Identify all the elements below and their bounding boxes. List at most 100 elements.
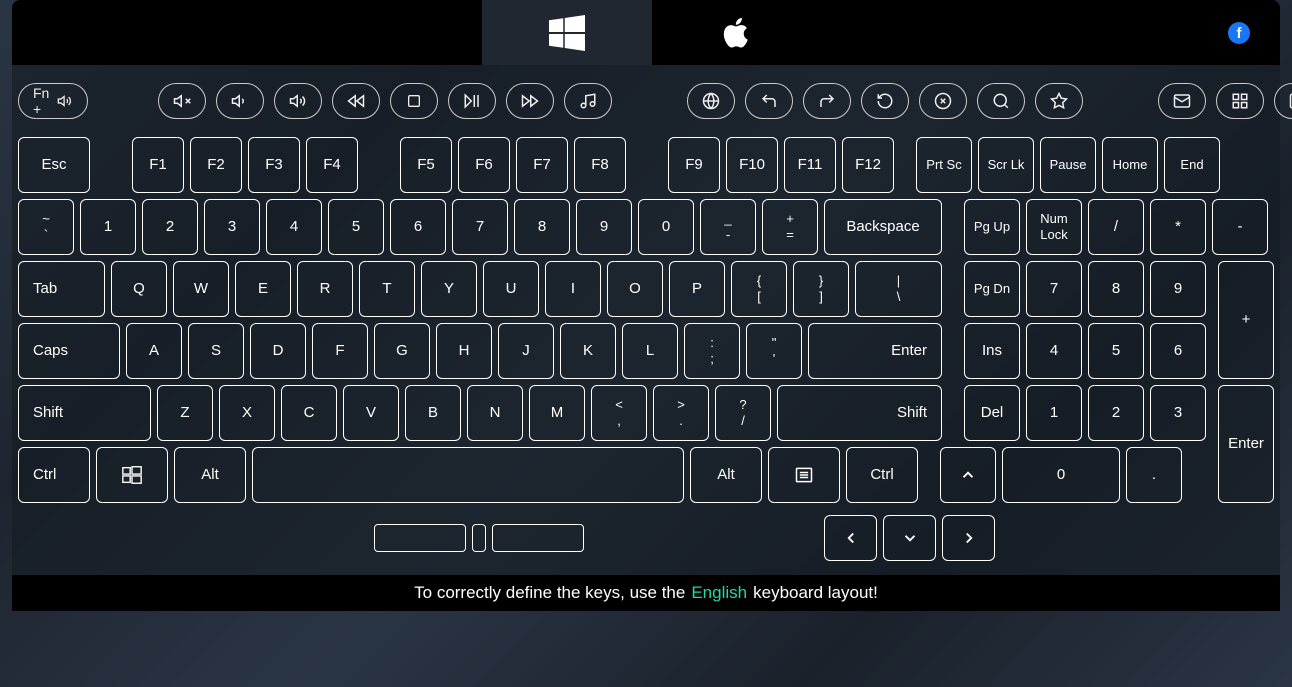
key-npdot[interactable]: . xyxy=(1126,447,1182,503)
key-np8[interactable]: 8 xyxy=(1088,261,1144,317)
key-f8[interactable]: F8 xyxy=(574,137,626,193)
key-p[interactable]: P xyxy=(669,261,725,317)
fn-reply[interactable] xyxy=(745,83,793,119)
key-0[interactable]: 0 xyxy=(638,199,694,255)
fn-next[interactable] xyxy=(506,83,554,119)
key-q[interactable]: Q xyxy=(111,261,167,317)
key-f10[interactable]: F10 xyxy=(726,137,778,193)
key-f1[interactable]: F1 xyxy=(132,137,184,193)
key-u[interactable]: U xyxy=(483,261,539,317)
key-rbracket[interactable]: }] xyxy=(793,261,849,317)
key-equals[interactable]: += xyxy=(762,199,818,255)
mouse-right[interactable] xyxy=(492,524,584,552)
key-space[interactable] xyxy=(252,447,684,503)
key-enter[interactable]: Enter xyxy=(808,323,942,379)
key-np0[interactable]: 0 xyxy=(1002,447,1120,503)
key-l[interactable]: L xyxy=(622,323,678,379)
key-backslash[interactable]: |\ xyxy=(855,261,942,317)
key-home[interactable]: Home xyxy=(1102,137,1158,193)
key-np-enter[interactable]: Enter xyxy=(1218,385,1274,503)
key-t[interactable]: T xyxy=(359,261,415,317)
key-f6[interactable]: F6 xyxy=(458,137,510,193)
key-d[interactable]: D xyxy=(250,323,306,379)
key-lshift[interactable]: Shift xyxy=(18,385,151,441)
key-f2[interactable]: F2 xyxy=(190,137,242,193)
key-7[interactable]: 7 xyxy=(452,199,508,255)
key-np9[interactable]: 9 xyxy=(1150,261,1206,317)
key-o[interactable]: O xyxy=(607,261,663,317)
key-x[interactable]: X xyxy=(219,385,275,441)
fn-star[interactable] xyxy=(1035,83,1083,119)
key-period[interactable]: >. xyxy=(653,385,709,441)
key-1[interactable]: 1 xyxy=(80,199,136,255)
key-a[interactable]: A xyxy=(126,323,182,379)
key-caps[interactable]: Caps xyxy=(18,323,120,379)
key-h[interactable]: H xyxy=(436,323,492,379)
key-n[interactable]: N xyxy=(467,385,523,441)
tab-windows[interactable] xyxy=(482,0,652,65)
fn-mute[interactable] xyxy=(158,83,206,119)
fn-forward[interactable] xyxy=(803,83,851,119)
key-ralt[interactable]: Alt xyxy=(690,447,762,503)
key-esc[interactable]: Esc xyxy=(18,137,90,193)
key-np4[interactable]: 4 xyxy=(1026,323,1082,379)
key-semicolon[interactable]: :; xyxy=(684,323,740,379)
fn-refresh[interactable] xyxy=(861,83,909,119)
key-f12[interactable]: F12 xyxy=(842,137,894,193)
key-numlock[interactable]: Num Lock xyxy=(1026,199,1082,255)
key-f9[interactable]: F9 xyxy=(668,137,720,193)
key-b[interactable]: B xyxy=(405,385,461,441)
fn-stop[interactable] xyxy=(390,83,438,119)
key-menu[interactable] xyxy=(768,447,840,503)
key-prtsc[interactable]: Prt Sc xyxy=(916,137,972,193)
facebook-icon[interactable]: f xyxy=(1228,22,1250,44)
key-ins[interactable]: Ins xyxy=(964,323,1020,379)
key-rctrl[interactable]: Ctrl xyxy=(846,447,918,503)
key-f11[interactable]: F11 xyxy=(784,137,836,193)
key-del[interactable]: Del xyxy=(964,385,1020,441)
key-np5[interactable]: 5 xyxy=(1088,323,1144,379)
key-2[interactable]: 2 xyxy=(142,199,198,255)
key-f4[interactable]: F4 xyxy=(306,137,358,193)
key-pgup[interactable]: Pg Up xyxy=(964,199,1020,255)
key-y[interactable]: Y xyxy=(421,261,477,317)
key-c[interactable]: C xyxy=(281,385,337,441)
key-np-plus[interactable]: + xyxy=(1218,261,1274,379)
key-tilde[interactable]: ~` xyxy=(18,199,74,255)
key-k[interactable]: K xyxy=(560,323,616,379)
key-s[interactable]: S xyxy=(188,323,244,379)
key-backspace[interactable]: Backspace xyxy=(824,199,942,255)
fn-folder[interactable] xyxy=(1274,83,1292,119)
key-np2[interactable]: 2 xyxy=(1088,385,1144,441)
key-5[interactable]: 5 xyxy=(328,199,384,255)
key-right[interactable] xyxy=(942,515,995,561)
key-z[interactable]: Z xyxy=(157,385,213,441)
key-quote[interactable]: "' xyxy=(746,323,802,379)
key-slash[interactable]: ?/ xyxy=(715,385,771,441)
key-i[interactable]: I xyxy=(545,261,601,317)
key-v[interactable]: V xyxy=(343,385,399,441)
key-comma[interactable]: <, xyxy=(591,385,647,441)
fn-globe[interactable] xyxy=(687,83,735,119)
key-rshift[interactable]: Shift xyxy=(777,385,942,441)
fn-mail[interactable] xyxy=(1158,83,1206,119)
key-w[interactable]: W xyxy=(173,261,229,317)
key-np-minus[interactable]: - xyxy=(1212,199,1268,255)
key-g[interactable]: G xyxy=(374,323,430,379)
key-8[interactable]: 8 xyxy=(514,199,570,255)
key-e[interactable]: E xyxy=(235,261,291,317)
key-np-star[interactable]: * xyxy=(1150,199,1206,255)
fn-search[interactable] xyxy=(977,83,1025,119)
key-lbracket[interactable]: {[ xyxy=(731,261,787,317)
fn-vol-down[interactable] xyxy=(216,83,264,119)
key-f3[interactable]: F3 xyxy=(248,137,300,193)
key-f5[interactable]: F5 xyxy=(400,137,452,193)
fn-vol-up[interactable] xyxy=(274,83,322,119)
key-f7[interactable]: F7 xyxy=(516,137,568,193)
fn-music[interactable] xyxy=(564,83,612,119)
key-left[interactable] xyxy=(824,515,877,561)
fn-close[interactable] xyxy=(919,83,967,119)
key-scrlk[interactable]: Scr Lk xyxy=(978,137,1034,193)
key-np-slash[interactable]: / xyxy=(1088,199,1144,255)
key-minus[interactable]: _- xyxy=(700,199,756,255)
